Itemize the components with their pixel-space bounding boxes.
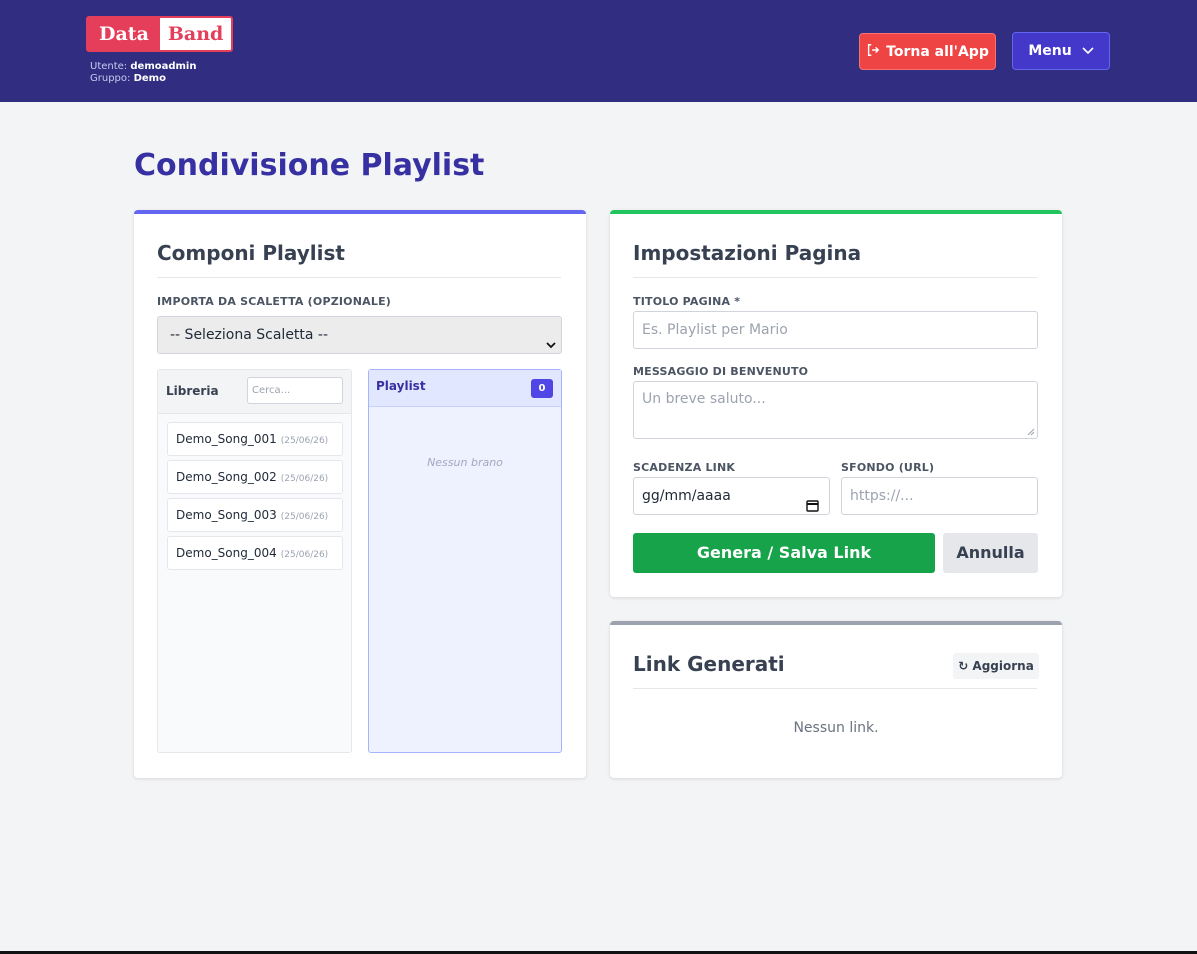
library-song-item[interactable]: Demo_Song_004 (25/06/26) bbox=[167, 536, 343, 570]
library-header: Libreria Cerca... bbox=[158, 370, 351, 414]
playlist-dropzone[interactable]: Playlist 0 Nessun brano bbox=[368, 369, 562, 753]
song-name: Demo_Song_001 bbox=[176, 432, 277, 446]
compose-playlist-card: Componi Playlist IMPORTA DA SCALETTA (OP… bbox=[134, 210, 586, 778]
no-links-message: Nessun link. bbox=[793, 720, 879, 736]
page-settings-card: Impostazioni Pagina TITOLO PAGINA * Es. … bbox=[610, 210, 1062, 597]
page-title: Condivisione Playlist bbox=[134, 148, 485, 183]
resize-handle-icon bbox=[1027, 428, 1035, 436]
group-label: Gruppo: bbox=[90, 73, 131, 84]
calendar-icon[interactable] bbox=[806, 490, 819, 526]
generated-links-card: Link Generati ↻ Aggiorna Nessun link. bbox=[610, 621, 1062, 778]
welcome-message-textarea[interactable]: Un breve saluto... bbox=[633, 381, 1038, 439]
cancel-button[interactable]: Annulla bbox=[943, 533, 1038, 573]
user-label: Utente: bbox=[90, 61, 128, 72]
song-date: (25/06/26) bbox=[280, 474, 329, 484]
playlist-count-badge: 0 bbox=[531, 379, 553, 398]
background-url-input[interactable]: https://... bbox=[841, 477, 1038, 515]
playlist-empty-message: Nessun brano bbox=[427, 456, 503, 469]
library-song-item[interactable]: Demo_Song_003 (25/06/26) bbox=[167, 498, 343, 532]
playlist-header: Playlist 0 bbox=[369, 370, 561, 407]
menu-button[interactable]: Menu bbox=[1012, 32, 1110, 70]
chevron-down-icon bbox=[545, 329, 557, 365]
library-panel: Libreria Cerca... Demo_Song_001 (25/06/26… bbox=[157, 369, 352, 753]
refresh-button[interactable]: ↻ Aggiorna bbox=[953, 653, 1039, 679]
top-navbar: Data Band Utente: demoadmin Gruppo: Demo… bbox=[0, 0, 1197, 102]
expiry-date-value: gg/mm/aaaa bbox=[642, 488, 731, 504]
expiry-date-input[interactable]: gg/mm/aaaa bbox=[633, 477, 830, 515]
user-info: Utente: demoadmin Gruppo: Demo bbox=[90, 61, 196, 85]
generate-link-button[interactable]: Genera / Salva Link bbox=[633, 533, 935, 573]
welcome-placeholder: Un breve saluto... bbox=[642, 391, 766, 407]
welcome-label: MESSAGGIO DI BENVENUTO bbox=[633, 365, 809, 378]
library-song-item[interactable]: Demo_Song_002 (25/06/26) bbox=[167, 460, 343, 494]
song-date: (25/06/26) bbox=[280, 550, 329, 560]
back-to-app-button[interactable]: Torna all'App bbox=[859, 33, 996, 70]
back-to-app-label: Torna all'App bbox=[886, 43, 989, 60]
chevron-down-icon bbox=[1082, 43, 1094, 59]
logo-text-data: Data bbox=[88, 18, 160, 50]
scaletta-select[interactable]: -- Seleziona Scaletta -- bbox=[157, 316, 562, 354]
song-date: (25/06/26) bbox=[280, 436, 329, 446]
logo-text-band: Band bbox=[159, 18, 232, 50]
logout-icon bbox=[866, 43, 880, 61]
background-url-label: SFONDO (URL) bbox=[841, 461, 935, 474]
import-label: IMPORTA DA SCALETTA (OPZIONALE) bbox=[157, 295, 392, 308]
library-title: Libreria bbox=[166, 384, 219, 398]
expiry-label: SCADENZA LINK bbox=[633, 461, 736, 474]
library-search-input[interactable]: Cerca... bbox=[247, 377, 343, 404]
databand-logo[interactable]: Data Band bbox=[86, 16, 234, 52]
playlist-title: Playlist bbox=[376, 379, 426, 393]
settings-card-title: Impostazioni Pagina bbox=[633, 241, 1037, 278]
menu-label: Menu bbox=[1028, 43, 1072, 59]
compose-card-title: Componi Playlist bbox=[157, 241, 561, 278]
page-title-label: TITOLO PAGINA * bbox=[633, 295, 741, 308]
group-value: Demo bbox=[133, 73, 166, 84]
page-title-input[interactable]: Es. Playlist per Mario bbox=[633, 311, 1038, 349]
user-value: demoadmin bbox=[130, 61, 197, 72]
song-name: Demo_Song_004 bbox=[176, 546, 277, 560]
library-song-item[interactable]: Demo_Song_001 (25/06/26) bbox=[167, 422, 343, 456]
song-name: Demo_Song_003 bbox=[176, 508, 277, 522]
scaletta-select-value: -- Seleziona Scaletta -- bbox=[170, 327, 329, 343]
song-date: (25/06/26) bbox=[280, 512, 329, 522]
song-name: Demo_Song_002 bbox=[176, 470, 277, 484]
